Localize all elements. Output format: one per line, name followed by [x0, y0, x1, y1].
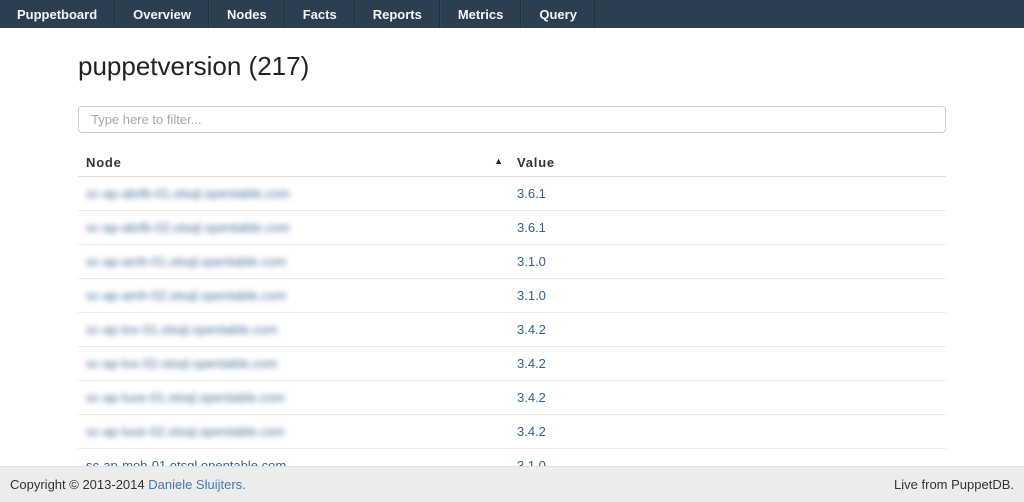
footer-copyright-text: Copyright © 2013-2014	[10, 477, 148, 492]
value-cell: 3.6.1	[509, 177, 946, 211]
value-cell: 3.1.0	[509, 245, 946, 279]
table-row: sc-ap-abrlb-02.otsql.opentable.com 3.6.1	[78, 211, 946, 245]
value-link[interactable]: 3.4.2	[517, 390, 546, 405]
node-link[interactable]: sc-ap-lox-02.otsql.opentable.com	[86, 356, 278, 371]
table-row: sc-ap-lox-02.otsql.opentable.com 3.4.2	[78, 347, 946, 381]
node-link[interactable]: sc-ap-luxe-01.otsql.opentable.com	[86, 390, 285, 405]
value-cell: 3.6.1	[509, 211, 946, 245]
table-header-row: Node ▲ Value	[78, 149, 946, 177]
table-row: sc-ap-luxe-01.otsql.opentable.com 3.4.2	[78, 381, 946, 415]
node-link[interactable]: sc-ap-abrlb-01.otsql.opentable.com	[86, 186, 290, 201]
node-cell: sc-ap-luxe-02.otsql.opentable.com	[78, 415, 509, 449]
value-cell: 3.4.2	[509, 347, 946, 381]
value-link[interactable]: 3.4.2	[517, 424, 546, 439]
node-cell: sc-ap-amh-02.otsql.opentable.com	[78, 279, 509, 313]
sort-asc-icon: ▲	[494, 156, 503, 166]
navbar-item-metrics[interactable]: Metrics	[440, 0, 522, 28]
column-header-value-label: Value	[517, 155, 555, 170]
table-row: sc-ap-amh-02.otsql.opentable.com 3.1.0	[78, 279, 946, 313]
fact-table-body: sc-ap-abrlb-01.otsql.opentable.com3.6.1s…	[78, 177, 946, 483]
navbar-brand[interactable]: Puppetboard	[0, 0, 115, 28]
table-row: sc-ap-amh-01.otsql.opentable.com 3.1.0	[78, 245, 946, 279]
node-cell: sc-ap-abrlb-01.otsql.opentable.com	[78, 177, 509, 211]
navbar-item-reports[interactable]: Reports	[355, 0, 440, 28]
value-link[interactable]: 3.6.1	[517, 186, 546, 201]
node-cell: sc-ap-abrlb-02.otsql.opentable.com	[78, 211, 509, 245]
node-cell: sc-ap-amh-01.otsql.opentable.com	[78, 245, 509, 279]
value-link[interactable]: 3.6.1	[517, 220, 546, 235]
main-content: puppetversion (217) Node ▲ Value sc-ap-a…	[78, 50, 946, 483]
value-link[interactable]: 3.4.2	[517, 356, 546, 371]
footer: Copyright © 2013-2014 Daniele Sluijters.…	[0, 466, 1024, 502]
table-row: sc-ap-abrlb-01.otsql.opentable.com 3.6.1	[78, 177, 946, 211]
node-link[interactable]: sc-ap-abrlb-02.otsql.opentable.com	[86, 220, 290, 235]
fact-table: Node ▲ Value sc-ap-abrlb-01.otsql.openta…	[78, 149, 946, 483]
footer-status: Live from PuppetDB.	[894, 477, 1014, 492]
navbar-item-overview[interactable]: Overview	[115, 0, 209, 28]
footer-copyright: Copyright © 2013-2014 Daniele Sluijters.	[10, 477, 246, 492]
value-cell: 3.4.2	[509, 313, 946, 347]
value-link[interactable]: 3.1.0	[517, 254, 546, 269]
value-cell: 3.4.2	[509, 415, 946, 449]
footer-author-link[interactable]: Daniele Sluijters.	[148, 477, 246, 492]
filter-input[interactable]	[78, 106, 946, 133]
value-link[interactable]: 3.1.0	[517, 288, 546, 303]
page-title: puppetversion (217)	[78, 50, 946, 82]
navbar-item-facts[interactable]: Facts	[285, 0, 355, 28]
value-link[interactable]: 3.4.2	[517, 322, 546, 337]
table-row: sc-ap-lox-01.otsql.opentable.com 3.4.2	[78, 313, 946, 347]
node-cell: sc-ap-lox-02.otsql.opentable.com	[78, 347, 509, 381]
column-header-node-label: Node	[86, 155, 122, 170]
value-cell: 3.4.2	[509, 381, 946, 415]
navbar-item-nodes[interactable]: Nodes	[209, 0, 285, 28]
value-cell: 3.1.0	[509, 279, 946, 313]
node-link[interactable]: sc-ap-amh-02.otsql.opentable.com	[86, 288, 286, 303]
node-cell: sc-ap-luxe-01.otsql.opentable.com	[78, 381, 509, 415]
node-cell: sc-ap-lox-01.otsql.opentable.com	[78, 313, 509, 347]
table-row: sc-ap-luxe-02.otsql.opentable.com 3.4.2	[78, 415, 946, 449]
node-link[interactable]: sc-ap-luxe-02.otsql.opentable.com	[86, 424, 285, 439]
node-link[interactable]: sc-ap-amh-01.otsql.opentable.com	[86, 254, 286, 269]
column-header-value[interactable]: Value	[509, 149, 946, 177]
node-link[interactable]: sc-ap-lox-01.otsql.opentable.com	[86, 322, 278, 337]
column-header-node[interactable]: Node ▲	[78, 149, 509, 177]
navbar-item-query[interactable]: Query	[521, 0, 595, 28]
top-navbar: Puppetboard OverviewNodesFactsReportsMet…	[0, 0, 1024, 28]
